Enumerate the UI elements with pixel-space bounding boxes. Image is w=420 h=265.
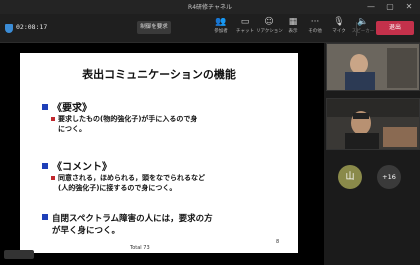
bullet-icon [42, 104, 48, 110]
minimize-icon[interactable]: — [364, 1, 378, 13]
speaker-button[interactable]: 🔈 スピーカー [350, 17, 376, 41]
slide-page-number: 8 [276, 239, 280, 245]
chat-button[interactable]: ▭ チャット [232, 17, 258, 41]
slide-heading: 《要求》 [42, 99, 92, 114]
more-participants-badge[interactable]: +16 [377, 165, 401, 189]
maximize-icon[interactable]: ▢ [383, 1, 397, 13]
mic-icon: 🎙 [333, 17, 345, 27]
participant-video [327, 99, 419, 149]
mic-button[interactable]: 🎙 マイク [326, 17, 352, 41]
bullet-icon [51, 176, 55, 180]
bullet-icon [42, 163, 48, 169]
chat-icon: ▭ [240, 17, 250, 27]
shield-icon [5, 24, 13, 33]
slide-footer: Total 73 [130, 245, 150, 251]
shared-screen: 表出コミュニケーションの機能 《要求》 要求したもの(物的強化子)が手に入るので… [0, 43, 324, 265]
slide-title: 表出コミュニケーションの機能 [82, 68, 236, 81]
video-tile[interactable] [326, 98, 420, 150]
reactions-button[interactable]: ☺ リアクション [256, 17, 283, 41]
speaker-icon: 🔈 [357, 17, 369, 27]
leave-button[interactable]: 退出 [376, 21, 414, 35]
self-view-handle[interactable] [4, 250, 34, 259]
more-button[interactable]: ··· その他 [302, 17, 328, 41]
people-icon: 👥 [215, 17, 227, 27]
video-tile[interactable] [326, 43, 420, 91]
meeting-toolbar: 02:08:17 制御を要求 👥 参加者 ▭ チャット ☺ リアクション ▦ 表… [0, 14, 420, 43]
participant-avatar[interactable]: 山 [338, 165, 362, 189]
title-bar: R4研修チャネル — ▢ ✕ [0, 0, 420, 14]
bullet-icon [42, 214, 48, 220]
meeting-timer: 02:08:17 [16, 23, 48, 31]
slide-text: 同意される，ほめられる，頭をなでられるなど (人的強化子)に接するので身につく。 [51, 174, 205, 193]
window-title: R4研修チャネル [188, 4, 232, 11]
slide-heading: 《コメント》 [42, 158, 112, 173]
slide-text: 要求したもの(物的強化子)が手に入るので身 につく。 [51, 115, 197, 134]
slide-heading: 自閉スペクトラム障害の人には，要求の方 が早く身につく。 [42, 213, 213, 237]
bullet-icon [51, 117, 55, 121]
presentation-slide: 表出コミュニケーションの機能 《要求》 要求したもの(物的強化子)が手に入るので… [20, 53, 298, 253]
more-icon: ··· [310, 17, 320, 27]
people-button[interactable]: 👥 参加者 [208, 17, 234, 41]
reaction-icon: ☺ [264, 17, 274, 27]
request-control-button[interactable]: 制御を要求 [137, 21, 171, 34]
participant-video [327, 44, 419, 90]
close-icon[interactable]: ✕ [402, 1, 416, 13]
